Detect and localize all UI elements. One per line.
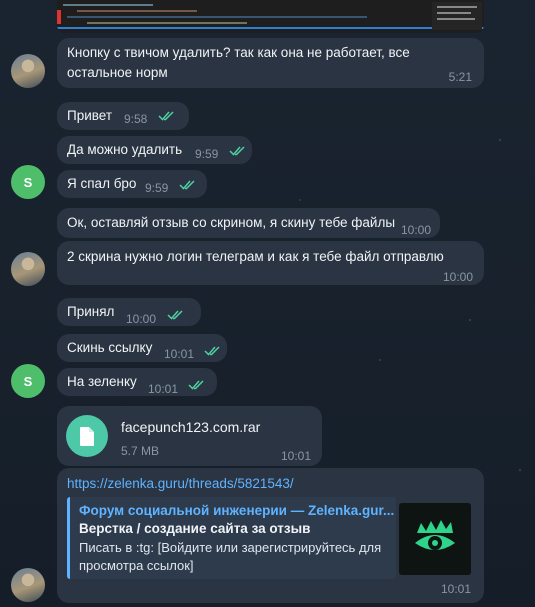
link-preview-desc-line2: просмотра ссылок] [79, 558, 194, 573]
message-time: 10:00 [400, 223, 431, 237]
message-text: Скинь ссылку [67, 340, 153, 355]
message-bubble[interactable]: Привет 9:58 [57, 102, 189, 130]
message-text: Ок, оставляй отзыв со скрином, я скину т… [67, 215, 396, 230]
message-time: 10:01 [164, 347, 195, 361]
message-time: 10:00 [126, 312, 157, 326]
message-time: 10:01 [280, 449, 311, 463]
message-text: Кнопку с твичом удалить? так как она не … [67, 45, 410, 60]
eye-logo-icon [415, 520, 455, 550]
message-bubble[interactable]: Принял 10:00 [57, 298, 201, 326]
message-bubble[interactable]: 2 скрина нужно логин телеграм и как я те… [57, 241, 484, 285]
link-preview-thumbnail[interactable] [399, 503, 471, 575]
message-time: 5:21 [448, 70, 472, 84]
message-text: На зеленку [67, 374, 137, 389]
message-text: Принял [67, 304, 115, 319]
message-bubble[interactable]: Скинь ссылку 10:01 [57, 334, 227, 362]
message-link[interactable]: https://zelenka.guru/threads/5821543/ [67, 474, 294, 494]
code-screenshot-image [57, 0, 484, 33]
double-check-icon [179, 180, 195, 190]
message-time: 9:58 [124, 112, 148, 126]
message-text: Да можно удалить [67, 142, 183, 157]
message-time: 10:01 [148, 382, 179, 396]
file-size: 5.7 MB [121, 444, 160, 458]
message-bubble[interactable]: Да можно удалить 9:59 [57, 136, 252, 164]
file-download-button[interactable] [66, 415, 108, 457]
message-text-line2: остальное норм [67, 65, 168, 80]
double-check-icon [188, 380, 204, 390]
message-text: Привет [67, 108, 113, 123]
double-check-icon [229, 146, 245, 156]
link-preview-title: Верстка / создание сайта за отзыв [79, 521, 311, 536]
file-name: facepunch123.com.rar [121, 419, 261, 435]
message-time: 10:00 [442, 270, 473, 284]
avatar-letter: S [23, 174, 33, 190]
message-text: 2 скрина нужно логин телеграм и как я те… [67, 249, 444, 264]
file-icon [80, 427, 94, 446]
double-check-icon [204, 346, 220, 356]
file-message[interactable]: facepunch123.com.rar 5.7 MB 10:01 [57, 406, 322, 466]
message-time: 9:59 [195, 147, 219, 161]
avatar-self[interactable]: S [11, 364, 45, 398]
avatar-contact[interactable] [11, 54, 45, 88]
double-check-icon [158, 111, 174, 121]
message-time: 10:01 [441, 582, 472, 596]
message-time: 9:59 [145, 181, 169, 195]
avatar-contact[interactable] [11, 252, 45, 286]
avatar-letter: S [23, 373, 33, 389]
double-check-icon [167, 310, 183, 320]
message-text: Я спал бро [67, 176, 137, 191]
message-bubble[interactable]: Ок, оставляй отзыв со скрином, я скину т… [57, 208, 440, 238]
message-bubble[interactable]: Кнопку с твичом удалить? так как она не … [57, 38, 484, 88]
link-preview[interactable]: Форум социальной инженерии — Zelenka.gur… [67, 497, 396, 579]
avatar-self[interactable]: S [11, 165, 45, 199]
link-preview-desc: Писать в :tg: [Войдите или зарегистрируй… [79, 540, 382, 555]
link-preview-site: Форум социальной инженерии — Zelenka.gur… [79, 503, 395, 518]
message-bubble[interactable]: Я спал бро 9:59 [57, 170, 207, 198]
image-preview-top[interactable] [57, 0, 484, 33]
avatar-contact[interactable] [11, 568, 45, 602]
message-bubble[interactable]: На зеленку 10:01 [57, 368, 217, 396]
